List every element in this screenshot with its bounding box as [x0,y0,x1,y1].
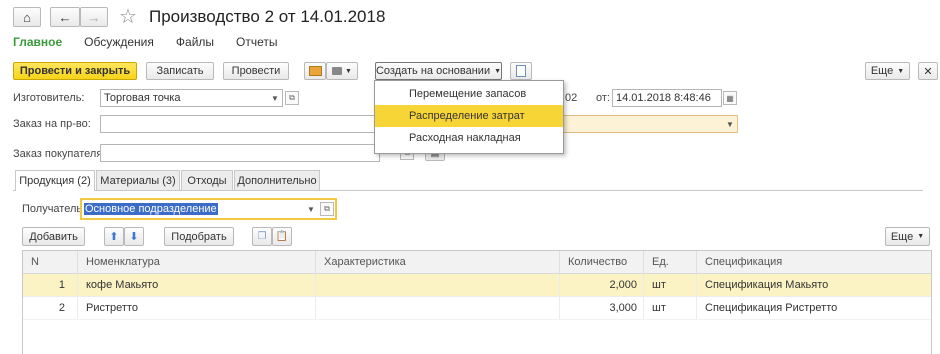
envelope-icon [308,66,322,76]
chevron-down-icon: ▼ [897,67,905,75]
production-order-field[interactable] [100,115,380,133]
table-row[interactable]: 1 кофе Макьято 2,000 шт Спецификация Мак… [23,274,931,297]
table-more-button[interactable]: Еще ▼ [885,227,930,246]
tab-materials[interactable]: Материалы (3) [96,170,180,190]
favorite-star-icon[interactable]: ☆ [119,4,137,29]
tab-discussions[interactable]: Обсуждения [84,35,154,49]
create-on-basis-dropdown: Перемещение запасов Распределение затрат… [374,80,564,154]
chevron-down-icon[interactable]: ▼ [723,116,737,132]
production-order-field-tail[interactable] [560,115,738,133]
mail-button[interactable] [304,62,326,80]
recipient-field[interactable]: Основное подразделение [80,198,337,220]
manufacturer-label: Изготовитель: [13,92,85,104]
column-item[interactable]: Номенклатура [78,251,316,273]
products-table: N Номенклатура Характеристика Количество… [22,250,932,354]
row-specification: Спецификация Ристретто [705,302,838,314]
paste-icon: 📋 [275,231,289,242]
chevron-down-icon: ▼ [345,67,352,75]
table-header: N Номенклатура Характеристика Количество… [23,251,931,274]
create-on-basis-button[interactable]: Создать на основании ▼ [375,62,502,80]
number-field-tail: 02 [565,92,578,104]
column-unit[interactable]: Ед. [644,251,697,273]
row-item: кофе Макьято [78,274,316,296]
date-from-label: от: [596,92,610,104]
post-and-close-button[interactable]: Провести и закрыть [13,62,137,80]
chevron-down-icon: ▼ [917,233,925,240]
dropdown-item-cost-distribution[interactable]: Распределение затрат [375,105,563,127]
row-number: 2 [23,297,78,319]
close-icon: ✕ [923,65,933,78]
back-button[interactable]: ← [50,7,80,27]
row-unit: шт [644,297,697,319]
open-link-icon[interactable]: ⧉ [285,91,299,105]
chevron-down-icon[interactable]: ▼ [304,201,318,217]
row-number: 1 [23,274,78,296]
open-link-icon[interactable]: ⧉ [320,202,334,216]
row-quantity: 3,000 [560,297,644,319]
row-item: Ристретто [78,297,316,319]
row-quantity: 2,000 [560,274,644,296]
arrow-up-icon: ⬆ [109,231,119,243]
row-specification: Спецификация Макьято [705,279,829,291]
dropdown-item-transfer[interactable]: Перемещение запасов [375,84,563,104]
arrow-down-icon: ⬇ [129,231,139,243]
row-characteristic [316,297,560,319]
save-button[interactable]: Записать [146,62,214,80]
section-menu: Главное Обсуждения Файлы Отчеты [13,35,278,49]
column-quantity[interactable]: Количество [560,251,644,273]
close-form-button[interactable]: ✕ [918,62,938,80]
arrow-right-icon: → [87,9,101,25]
customer-order-label: Заказ покупателя: [13,148,106,160]
more-button[interactable]: Еще ▼ [865,62,910,80]
tabs-baseline [13,190,923,191]
arrow-left-icon: ← [58,9,72,25]
tab-reports[interactable]: Отчеты [236,35,277,49]
paste-button[interactable]: 📋 [272,227,292,246]
tab-products[interactable]: Продукция (2) [15,170,95,191]
column-n[interactable]: N [23,251,78,273]
page-title: Производство 2 от 14.01.2018 [149,7,386,26]
add-button[interactable]: Добавить [22,227,85,246]
home-button[interactable]: ⌂ [13,7,41,27]
dropdown-item-invoice[interactable]: Расходная накладная [375,128,563,148]
chevron-down-icon[interactable]: ▼ [268,90,282,106]
manufacturer-field[interactable]: Торговая точка [100,89,283,107]
recipient-label: Получатель: [22,203,86,215]
report-button[interactable] [510,62,532,80]
copy-button[interactable]: ❐ [252,227,272,246]
tab-additional[interactable]: Дополнительно [234,170,320,190]
pick-button[interactable]: Подобрать [164,227,234,246]
chevron-down-icon: ▼ [494,67,502,75]
customer-order-field[interactable] [100,144,380,162]
post-button[interactable]: Провести [223,62,289,80]
tab-files[interactable]: Файлы [176,35,214,49]
move-down-button[interactable]: ⬇ [124,227,144,246]
document-icon [516,65,526,77]
forward-button[interactable]: → [80,7,108,27]
row-characteristic [316,274,560,296]
home-icon: ⌂ [23,9,31,25]
tab-main[interactable]: Главное [13,35,62,49]
production-order-label: Заказ на пр-во: [13,118,91,130]
copy-icon: ❐ [257,231,267,242]
move-up-button[interactable]: ⬆ [104,227,124,246]
print-button[interactable]: ▼ [326,62,358,80]
column-specification[interactable]: Спецификация [697,251,931,273]
printer-icon [332,67,343,75]
row-unit: шт [644,274,697,296]
calendar-icon[interactable]: ▦ [723,91,737,105]
table-row[interactable]: 2 Ристретто 3,000 шт Спецификация Ристре… [23,297,931,320]
tab-waste[interactable]: Отходы [181,170,233,190]
date-field[interactable]: 14.01.2018 8:48:46 [612,89,722,107]
column-characteristic[interactable]: Характеристика [316,251,560,273]
